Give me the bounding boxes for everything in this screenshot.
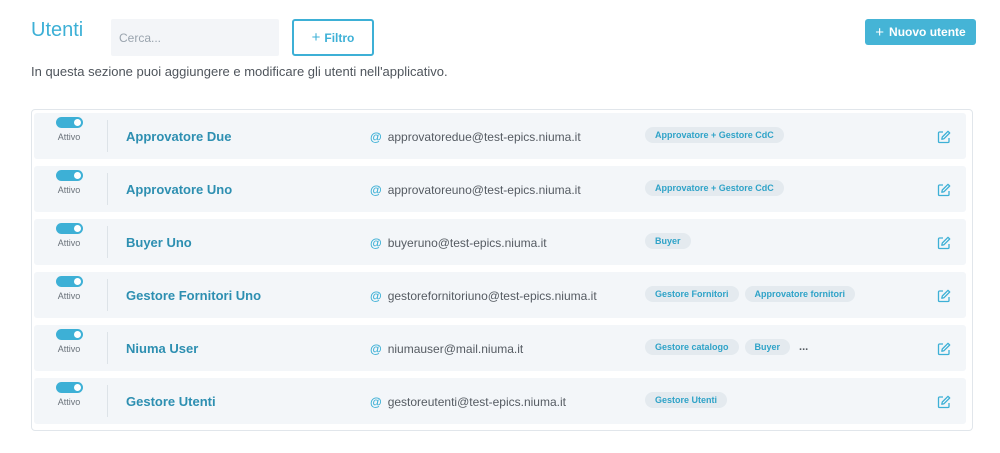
divider: [107, 332, 108, 364]
user-email-text: approvatoreuno@test-epics.niuma.it: [387, 183, 581, 197]
table-row: Attivo Approvatore Due @ approvatoredue@…: [34, 113, 966, 159]
user-name: Niuma User: [126, 341, 199, 356]
role-tag: Approvatore + Gestore CdC: [645, 127, 784, 143]
divider: [107, 226, 108, 258]
active-toggle[interactable]: [55, 170, 83, 181]
edit-icon[interactable]: [937, 289, 951, 303]
status-toggle-wrap: Attivo: [54, 382, 84, 407]
status-toggle-wrap: Attivo: [54, 329, 84, 354]
user-email-text: niumauser@mail.niuma.it: [387, 342, 524, 356]
divider: [107, 120, 108, 152]
at-icon: @: [370, 395, 382, 409]
user-email: @ gestorefornitoriuno@test-epics.niuma.i…: [370, 289, 597, 303]
active-toggle[interactable]: [55, 276, 83, 287]
roles: Approvatore + Gestore CdC: [645, 180, 784, 196]
roles: Buyer: [645, 233, 691, 249]
user-email: @ approvatoredue@test-epics.niuma.it: [370, 130, 581, 144]
user-name: Approvatore Uno: [126, 182, 233, 197]
user-email: @ gestoreutenti@test-epics.niuma.it: [370, 395, 566, 409]
plus-icon: +: [311, 29, 321, 46]
roles: Gestore Utenti: [645, 392, 728, 408]
status-label: Attivo: [57, 397, 81, 407]
user-email: @ approvatoreuno@test-epics.niuma.it: [370, 183, 581, 197]
at-icon: @: [370, 342, 382, 356]
at-icon: @: [370, 130, 382, 144]
status-label: Attivo: [57, 238, 81, 248]
roles: Gestore catalogo Buyer ...: [645, 339, 808, 355]
user-name: Gestore Utenti: [126, 394, 216, 409]
status-toggle-wrap: Attivo: [54, 276, 84, 301]
active-toggle[interactable]: [55, 382, 83, 393]
new-user-button[interactable]: + Nuovo utente: [865, 19, 976, 45]
role-tag: Buyer: [645, 233, 691, 249]
edit-icon[interactable]: [937, 130, 951, 144]
user-email-text: gestoreutenti@test-epics.niuma.it: [387, 395, 566, 409]
new-user-button-label: Nuovo utente: [889, 25, 966, 39]
filter-button-label: Filtro: [324, 30, 355, 45]
page-description: In questa sezione puoi aggiungere e modi…: [31, 64, 448, 79]
table-row: Attivo Buyer Uno @ buyeruno@test-epics.n…: [34, 219, 966, 265]
status-label: Attivo: [57, 344, 81, 354]
user-email: @ niumauser@mail.niuma.it: [370, 342, 523, 356]
table-row: Attivo Gestore Utenti @ gestoreutenti@te…: [34, 378, 966, 424]
users-list: Attivo Approvatore Due @ approvatoredue@…: [31, 109, 973, 431]
role-tag: Gestore Utenti: [645, 392, 728, 408]
role-tag: Gestore Fornitori: [645, 286, 739, 302]
active-toggle[interactable]: [55, 117, 83, 128]
status-toggle-wrap: Attivo: [54, 170, 84, 195]
page-title: Utenti: [31, 19, 84, 41]
roles: Approvatore + Gestore CdC: [645, 127, 784, 143]
user-email-text: buyeruno@test-epics.niuma.it: [387, 236, 547, 250]
user-name: Gestore Fornitori Uno: [126, 288, 262, 303]
status-toggle-wrap: Attivo: [54, 223, 84, 248]
table-row: Attivo Approvatore Uno @ approvatoreuno@…: [34, 166, 966, 212]
role-tag: Approvatore fornitori: [744, 286, 856, 302]
status-label: Attivo: [57, 132, 81, 142]
divider: [107, 385, 108, 417]
user-email-text: approvatoredue@test-epics.niuma.it: [387, 130, 581, 144]
user-name: Buyer Uno: [126, 235, 192, 250]
plus-icon: +: [875, 23, 885, 41]
search-input[interactable]: [111, 19, 279, 56]
active-toggle[interactable]: [55, 329, 83, 340]
edit-icon[interactable]: [937, 236, 951, 250]
user-email: @ buyeruno@test-epics.niuma.it: [370, 236, 547, 250]
role-tag: Approvatore + Gestore CdC: [645, 180, 784, 196]
divider: [107, 173, 108, 205]
user-email-text: gestorefornitoriuno@test-epics.niuma.it: [387, 289, 597, 303]
user-name: Approvatore Due: [126, 129, 232, 144]
table-row: Attivo Gestore Fornitori Uno @ gestorefo…: [34, 272, 966, 318]
more-roles-indicator[interactable]: ...: [799, 341, 808, 353]
role-tag: Gestore catalogo: [645, 339, 739, 355]
at-icon: @: [370, 236, 382, 250]
status-label: Attivo: [57, 291, 81, 301]
divider: [107, 279, 108, 311]
status-toggle-wrap: Attivo: [54, 117, 84, 142]
table-row: Attivo Niuma User @ niumauser@mail.niuma…: [34, 325, 966, 371]
roles: Gestore Fornitori Approvatore fornitori: [645, 286, 856, 302]
filter-button[interactable]: + Filtro: [292, 19, 374, 56]
edit-icon[interactable]: [937, 395, 951, 409]
status-label: Attivo: [57, 185, 81, 195]
active-toggle[interactable]: [55, 223, 83, 234]
role-tag: Buyer: [744, 339, 791, 355]
edit-icon[interactable]: [937, 183, 951, 197]
at-icon: @: [370, 289, 382, 303]
edit-icon[interactable]: [937, 342, 951, 356]
at-icon: @: [370, 183, 382, 197]
